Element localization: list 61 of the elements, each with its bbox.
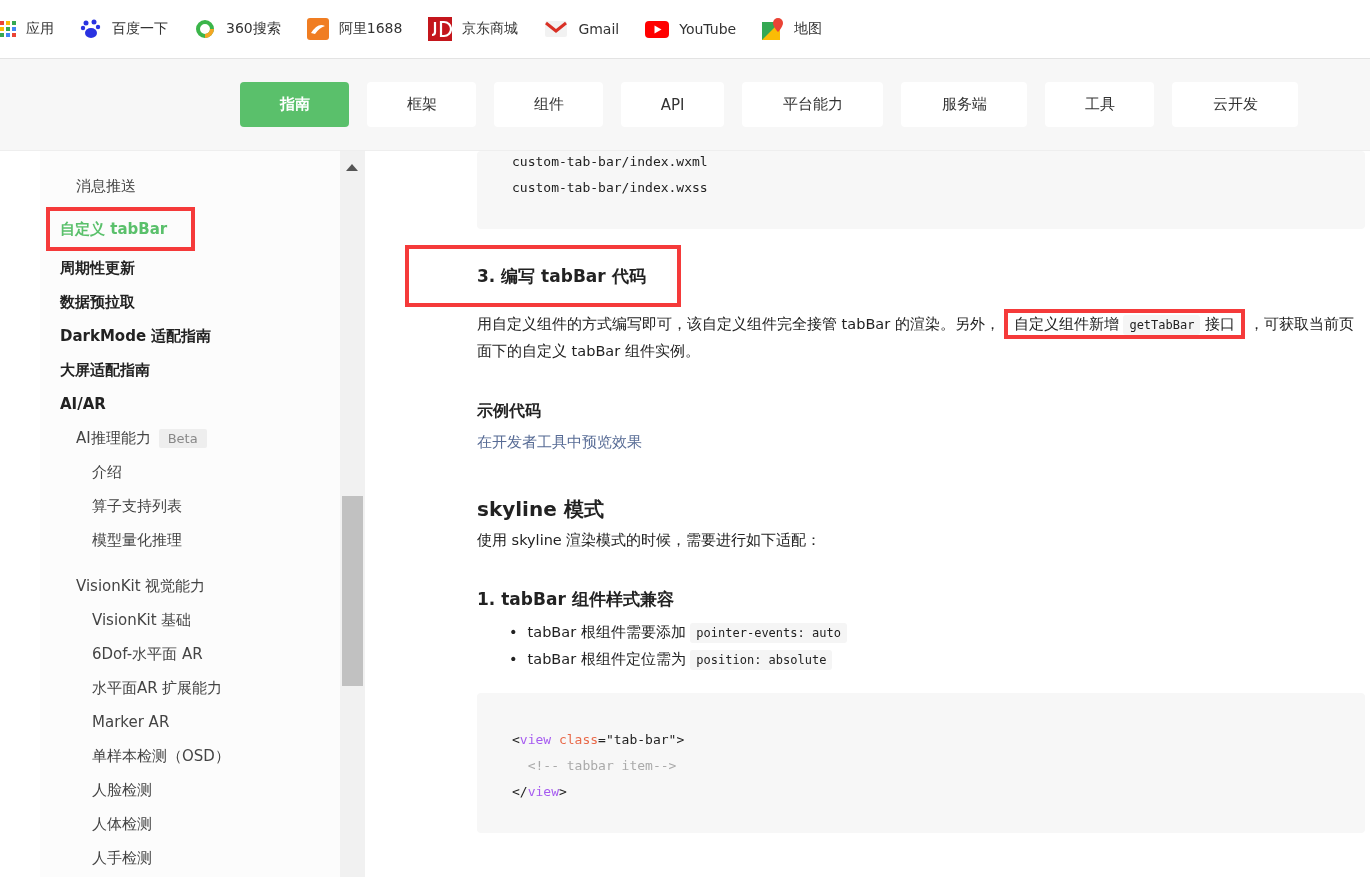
nav-tab[interactable]: 框架 (367, 82, 476, 127)
section-title: skyline 模式 (477, 496, 605, 523)
paragraph: 使用 skyline 渲染模式的时候，需要进行如下适配： (477, 531, 823, 550)
sidebar-item[interactable]: 消息推送 (40, 169, 340, 203)
sidebar-item[interactable]: 介绍 (40, 455, 340, 489)
bookmark[interactable]: 地图 (762, 18, 823, 40)
paw-icon (80, 18, 102, 40)
section-heading: 3. 编写 tabBar 代码 (405, 245, 681, 307)
code-line: <view class="tab-bar"> (512, 731, 686, 749)
sidebar-item[interactable]: AI/AR (40, 387, 340, 421)
scroll-up-icon[interactable] (346, 163, 358, 171)
bullet-item: tabBar 根组件需要添加 pointer-events: auto (527, 619, 847, 646)
map-pin-icon (762, 18, 785, 40)
bookmark[interactable]: 阿里1688 (306, 18, 403, 40)
sidebar-item[interactable]: 人手检测 (40, 841, 340, 875)
sidebar-item[interactable]: 6Dof-水平面 AR (40, 637, 340, 671)
sidebar-item[interactable]: Marker AR (40, 705, 340, 739)
mail-icon (544, 20, 569, 38)
apps-grid-icon (0, 21, 16, 37)
code-line: custom-tab-bar/index.wxml (512, 153, 709, 171)
bookmark[interactable]: 应用 (0, 20, 54, 38)
paragraph: 用自定义组件的方式编写即可，该自定义组件完全接管 tabBar 的渲染。另外， 自定义组件新增 getTabBar 接口 ，可获取当前页面下的自定义 tabBar 组件实例。 (477, 311, 1365, 365)
sidebar-item[interactable]: 人体检测 (40, 807, 340, 841)
nav-tab[interactable]: 服务端 (901, 82, 1027, 127)
code-line: <!-- tabbar item--> (526, 757, 678, 775)
bullet-dot: • (509, 623, 518, 642)
preview-link[interactable]: 在开发者工具中预览效果 (477, 434, 642, 450)
bookmark[interactable]: 360搜索 (194, 18, 281, 40)
bookmark[interactable]: 百度一下 (80, 18, 168, 40)
bullet-item: tabBar 根组件定位需为 position: absolute (527, 646, 833, 673)
code-line: </view> (512, 783, 568, 801)
nav-tab[interactable]: 平台能力 (742, 82, 883, 127)
sidebar-item[interactable]: 数据预拉取 (40, 285, 340, 319)
ring-icon (194, 18, 216, 40)
subheading: 示例代码 (477, 401, 542, 422)
bullet-dot: • (509, 650, 518, 669)
code-line: custom-tab-bar/index.wxss (512, 179, 709, 197)
bookmark[interactable]: Gmail (544, 20, 620, 38)
sidebar-item[interactable]: 周期性更新 (40, 251, 340, 285)
sidebar-item[interactable]: 人脸检测 (40, 773, 340, 807)
scrollbar-thumb[interactable] (342, 496, 363, 686)
ali-logo-icon (306, 18, 329, 40)
sidebar-item[interactable]: DarkMode 适配指南 (40, 319, 340, 353)
nav-tab[interactable]: API (621, 82, 724, 127)
nav-tab[interactable]: 组件 (494, 82, 603, 127)
nav-tab[interactable]: 云开发 (1172, 82, 1298, 127)
beta-badge: Beta (158, 428, 207, 448)
nav-tab[interactable]: 工具 (1045, 82, 1154, 127)
sidebar-item[interactable]: 大屏适配指南 (40, 353, 340, 387)
bookmark[interactable]: 京东商城 (428, 17, 519, 41)
sidebar-item[interactable]: AI推理能力 Beta (40, 421, 340, 455)
sidebar-item[interactable]: VisionKit 视觉能力 (40, 569, 340, 603)
play-icon (645, 20, 670, 38)
sidebar-item[interactable]: VisionKit 基础 (40, 603, 340, 637)
sidebar-item[interactable]: 模型量化推理 (40, 523, 340, 557)
sidebar-item[interactable]: 单样本检测（OSD） (40, 739, 340, 773)
section-heading: 1. tabBar 组件样式兼容 (477, 588, 675, 611)
jd-logo-icon (428, 17, 453, 41)
sidebar-item[interactable]: 算子支持列表 (40, 489, 340, 523)
bookmark[interactable]: YouTube (645, 20, 737, 38)
sidebar-item[interactable]: 水平面AR 扩展能力 (40, 671, 340, 705)
